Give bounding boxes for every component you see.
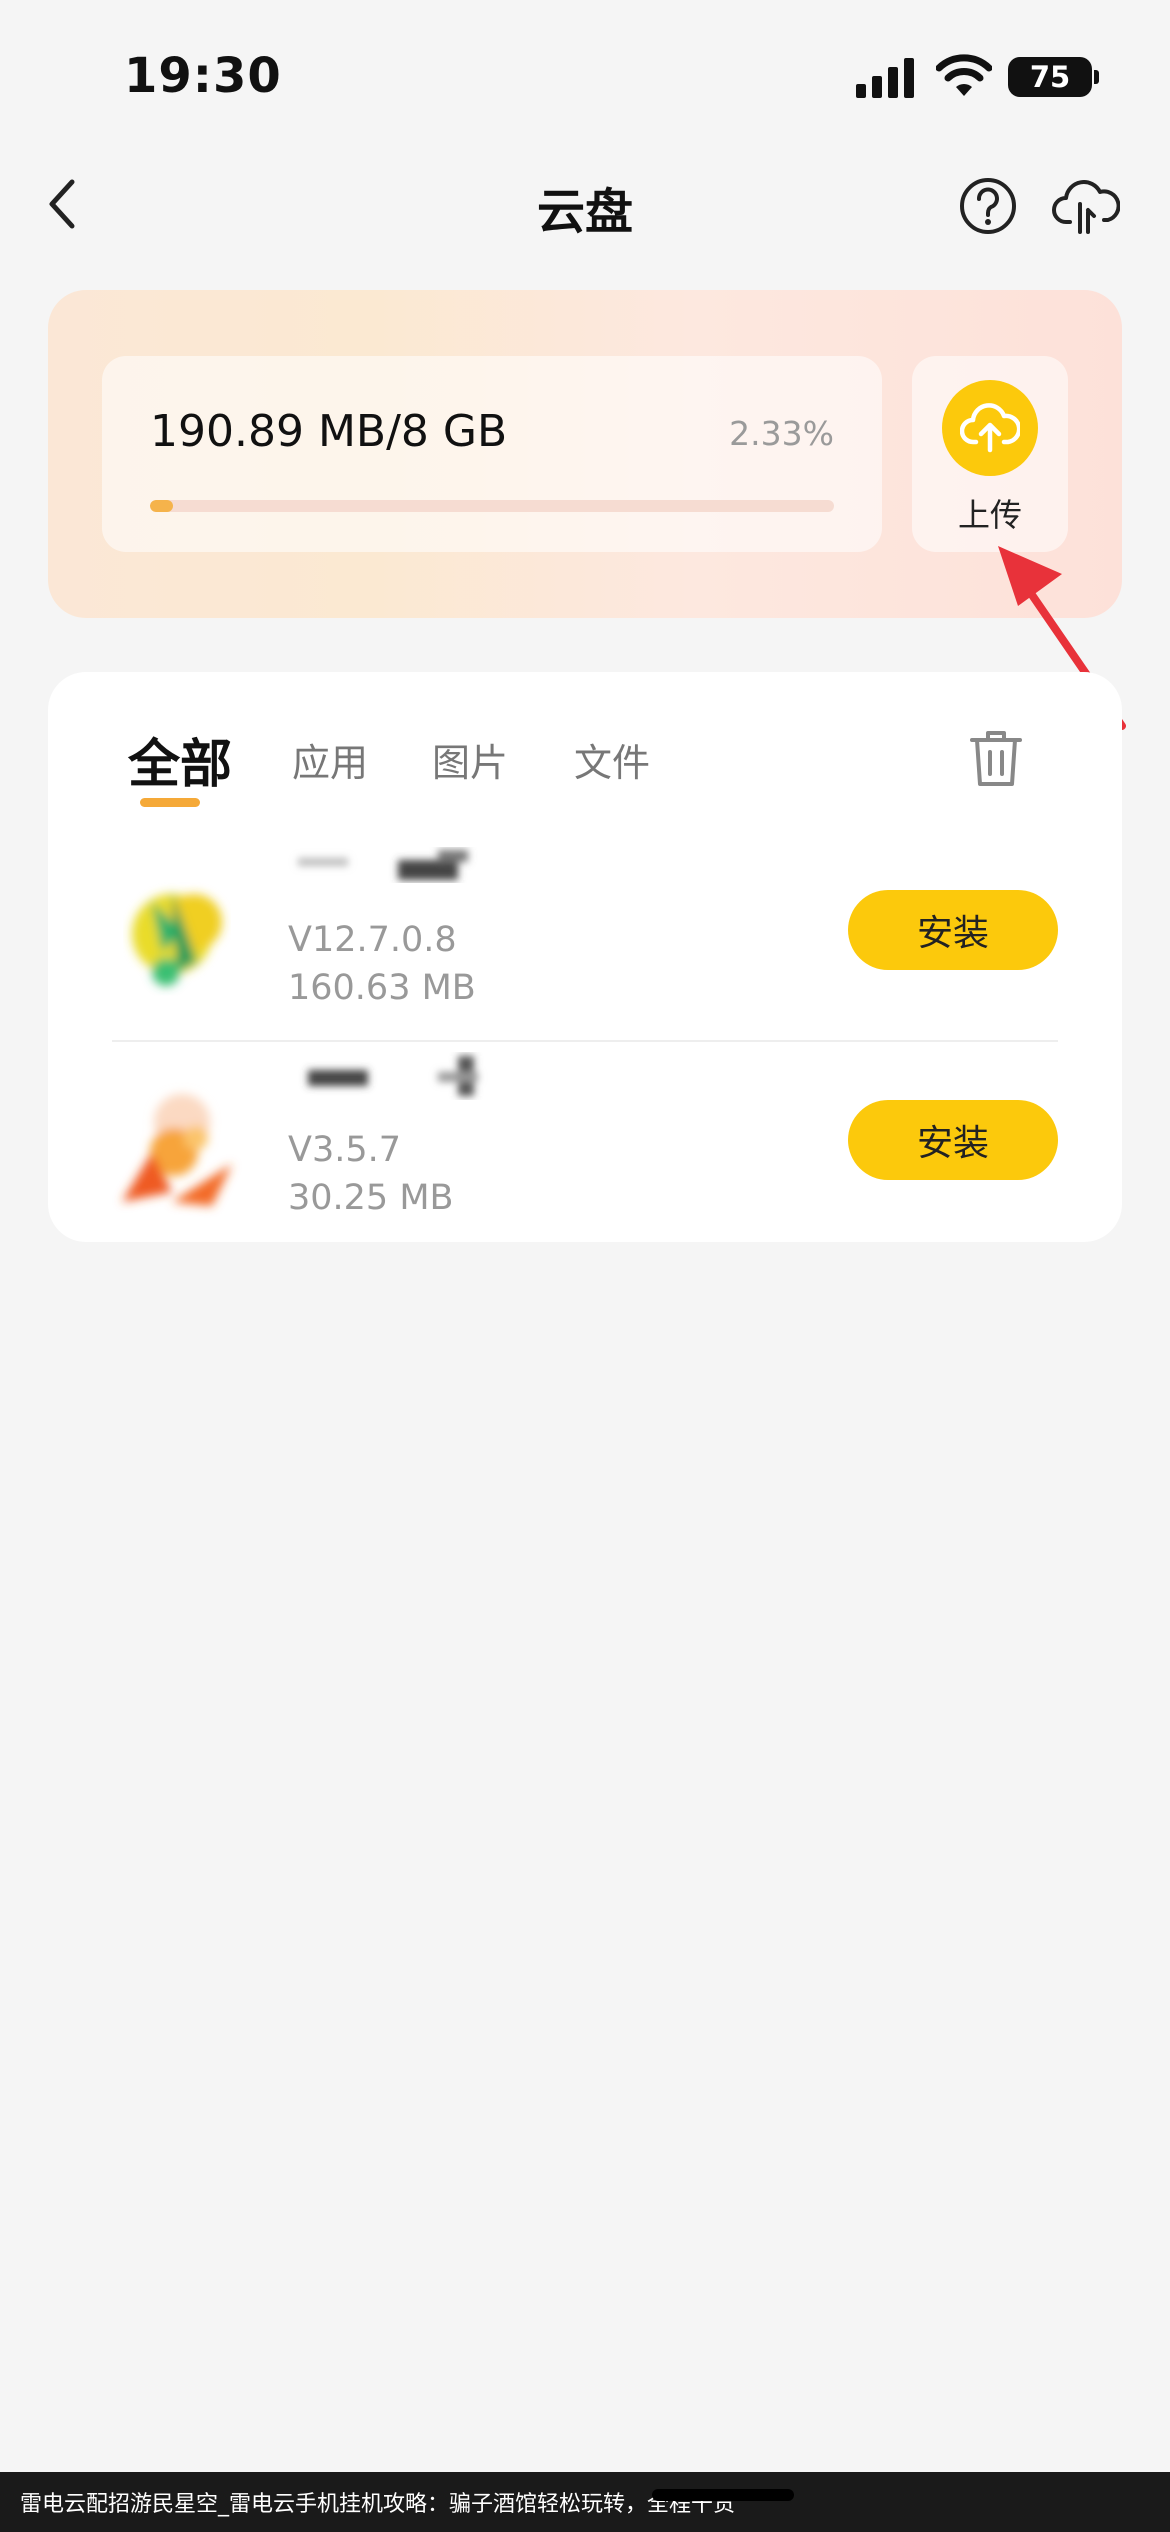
- upload-circle: [942, 380, 1038, 476]
- battery-cap: [1094, 70, 1099, 84]
- storage-usage: 190.89 MB/8 GB: [150, 406, 508, 457]
- cloud-upload-icon: [960, 403, 1020, 453]
- active-tab-indicator: [140, 798, 200, 807]
- app-name-blurred: [298, 850, 468, 880]
- cellular-signal-icon: [856, 58, 914, 98]
- caption-bar: 雷电云配招游民星空_雷电云手机挂机攻略：骗子酒馆轻松玩转，全程干货: [0, 2472, 1170, 2532]
- app-size: 30.25 MB: [288, 1178, 454, 1218]
- storage-percent: 2.33%: [729, 414, 834, 453]
- app-icon: [132, 892, 222, 986]
- install-button[interactable]: 安装: [848, 1100, 1058, 1180]
- home-indicator: [652, 2489, 794, 2501]
- storage-card: 190.89 MB/8 GB 2.33% 上传: [48, 290, 1122, 618]
- storage-progress-bar: [150, 500, 834, 512]
- files-card: 全部 应用 图片 文件 V12.7.0.8 160.63 MB 安装 V3.5.…: [48, 672, 1122, 1242]
- tab-all[interactable]: 全部: [128, 722, 232, 797]
- usage-box: 190.89 MB/8 GB 2.33%: [102, 356, 882, 552]
- wifi-icon: [936, 54, 992, 96]
- list-item[interactable]: V12.7.0.8 160.63 MB 安装: [112, 832, 1058, 1042]
- upload-button[interactable]: 上传: [912, 356, 1068, 552]
- caption-text: 雷电云配招游民星空_雷电云手机挂机攻略：骗子酒馆轻松玩转，全程干货: [20, 2492, 736, 2517]
- status-bar: 19:30 75: [0, 0, 1170, 150]
- battery-indicator: 75: [1008, 57, 1092, 97]
- list-item[interactable]: V3.5.7 30.25 MB 安装: [112, 1042, 1058, 1252]
- trash-icon[interactable]: [968, 728, 1024, 788]
- status-time: 19:30: [124, 48, 282, 104]
- tab-apps[interactable]: 应用: [292, 732, 368, 787]
- cloud-transfer-icon[interactable]: [1052, 176, 1120, 236]
- tab-files[interactable]: 文件: [574, 732, 650, 787]
- app-name-blurred: [308, 1056, 478, 1096]
- app-icon: [122, 1094, 232, 1206]
- app-version: V12.7.0.8: [288, 920, 457, 960]
- app-size: 160.63 MB: [288, 968, 476, 1008]
- tab-images[interactable]: 图片: [432, 732, 508, 787]
- storage-progress-fill: [150, 500, 173, 512]
- app-version: V3.5.7: [288, 1130, 401, 1170]
- install-button[interactable]: 安装: [848, 890, 1058, 970]
- help-icon[interactable]: [958, 176, 1018, 236]
